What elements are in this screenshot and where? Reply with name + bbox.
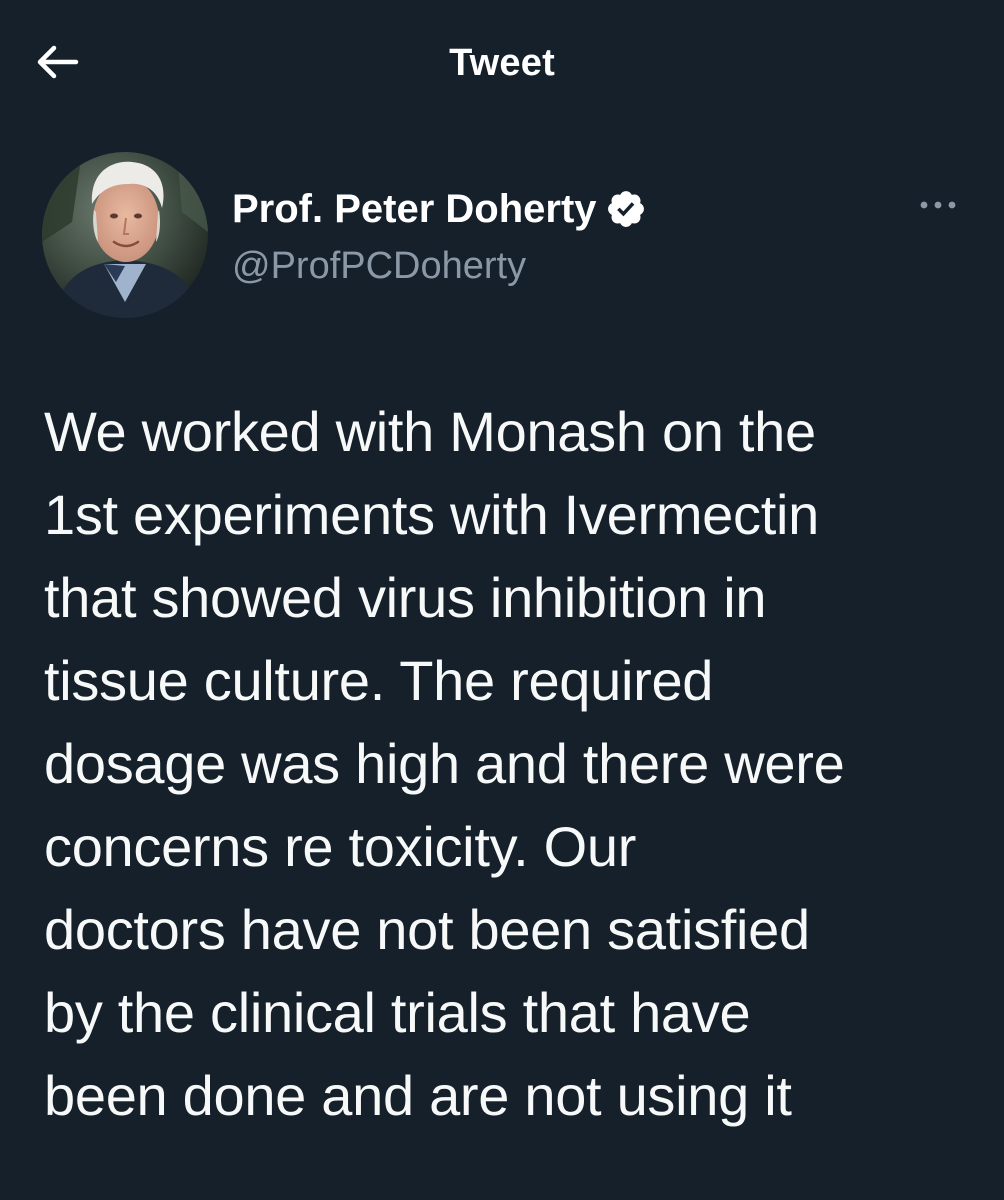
avatar-photo — [42, 152, 208, 318]
tweet-text-line: 1st experiments with Ivermectin — [44, 483, 819, 546]
tweet-text-line: by the clinical trials that have — [44, 981, 751, 1044]
tweet-text-line: been done and are not using it — [44, 1064, 792, 1127]
avatar[interactable] — [42, 152, 208, 318]
author-name-line: Prof. Peter Doherty — [232, 184, 647, 234]
more-horizontal-icon — [920, 201, 956, 209]
top-bar: Tweet — [0, 0, 1004, 125]
verified-badge-icon — [605, 188, 647, 230]
tweet-text-line: doctors have not been satisfied — [44, 898, 810, 961]
tweet-text-line: concerns re toxicity. Our — [44, 815, 637, 878]
tweet-text: We worked with Monash on the 1st experim… — [44, 390, 974, 1137]
more-options-button[interactable] — [914, 190, 962, 220]
tweet-text-line: tissue culture. The required — [44, 649, 714, 712]
tweet-text-line: We worked with Monash on the — [44, 400, 816, 463]
tweet-author: Prof. Peter Doherty @ProfPCDoherty — [0, 150, 1004, 320]
tweet-text-line: that showed virus inhibition in — [44, 566, 767, 629]
author-name[interactable]: Prof. Peter Doherty — [232, 184, 597, 234]
tweet-text-line: dosage was high and there were — [44, 732, 845, 795]
author-handle[interactable]: @ProfPCDoherty — [232, 242, 526, 290]
page-title: Tweet — [449, 42, 555, 84]
